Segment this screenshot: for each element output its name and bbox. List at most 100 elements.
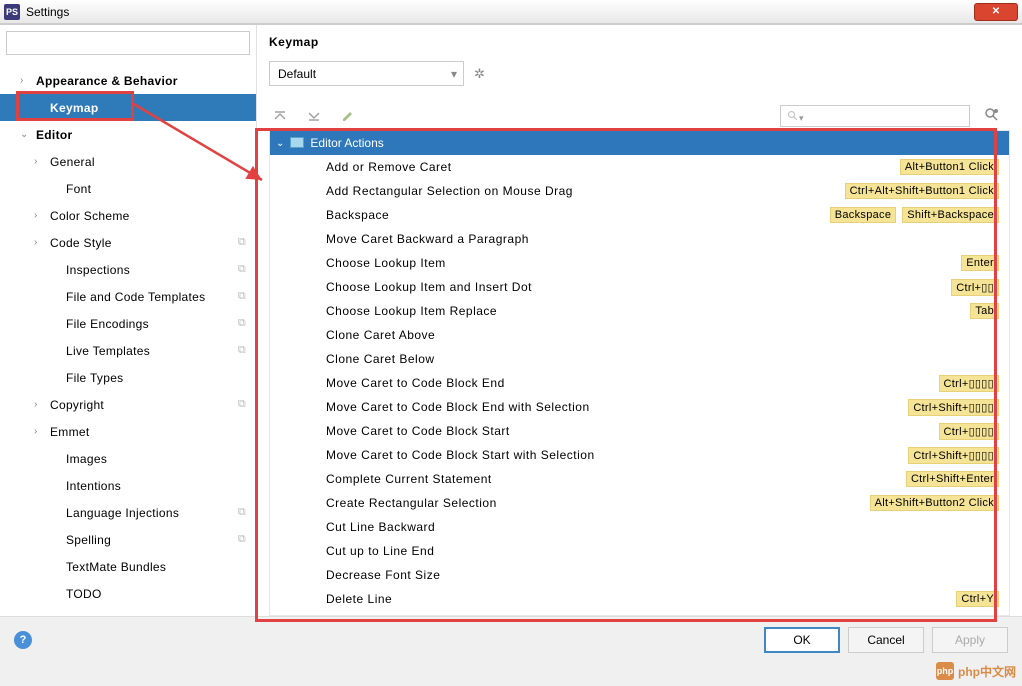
scope-icon: ⧉ — [238, 506, 246, 519]
shortcut-badge: Enter — [961, 255, 999, 271]
action-row[interactable]: Clone Caret Below — [270, 347, 1009, 371]
shortcut-badge: Ctrl+Shift+▯▯▯▯ — [908, 399, 999, 416]
tree-item-images[interactable]: Images — [0, 445, 256, 472]
action-row[interactable]: Move Caret to Code Block EndCtrl+▯▯▯▯ — [270, 371, 1009, 395]
action-name: Choose Lookup Item and Insert Dot — [326, 280, 951, 294]
tree-item-file-encodings[interactable]: File Encodings⧉ — [0, 310, 256, 337]
cancel-button[interactable]: Cancel — [848, 627, 924, 653]
action-row[interactable]: Move Caret to Code Block Start with Sele… — [270, 443, 1009, 467]
action-group-header[interactable]: ⌄Editor Actions — [270, 131, 1009, 155]
settings-tree[interactable]: ›Appearance & BehaviorKeymap⌄Editor›Gene… — [0, 61, 256, 616]
action-row[interactable]: BackspaceBackspaceShift+Backspace — [270, 203, 1009, 227]
tree-item-label: Keymap — [50, 101, 256, 115]
close-button[interactable]: ✕ — [974, 3, 1018, 21]
shortcut-group: Ctrl+Alt+Shift+Button1 Click — [845, 183, 999, 199]
scope-icon: ⧉ — [238, 344, 246, 357]
folder-icon — [290, 137, 304, 148]
edit-icon[interactable] — [341, 109, 355, 123]
chevron-icon: › — [34, 210, 44, 221]
gear-icon[interactable]: ✲ — [474, 66, 485, 82]
tree-item-font[interactable]: Font — [0, 175, 256, 202]
action-row[interactable]: Cut Line Backward — [270, 515, 1009, 539]
tree-item-label: Language Injections — [66, 506, 256, 520]
scheme-value: Default — [278, 67, 316, 81]
action-row[interactable]: Choose Lookup Item ReplaceTab — [270, 299, 1009, 323]
action-row[interactable]: Add or Remove CaretAlt+Button1 Click — [270, 155, 1009, 179]
shortcut-badge: Backspace — [830, 207, 897, 223]
shortcut-badge: Alt+Shift+Button2 Click — [870, 495, 999, 511]
shortcut-group: Ctrl+▯▯▯▯ — [939, 375, 999, 392]
action-row[interactable]: Cut up to Line End — [270, 539, 1009, 563]
action-row[interactable]: Choose Lookup Item and Insert DotCtrl+▯▯ — [270, 275, 1009, 299]
tree-item-label: File Encodings — [66, 317, 256, 331]
action-row[interactable]: Choose Lookup ItemEnter — [270, 251, 1009, 275]
action-row[interactable]: Clone Caret Above — [270, 323, 1009, 347]
tree-item-copyright[interactable]: ›Copyright⧉ — [0, 391, 256, 418]
action-row[interactable]: Create Rectangular SelectionAlt+Shift+Bu… — [270, 491, 1009, 515]
action-row[interactable]: Add Rectangular Selection on Mouse DragC… — [270, 179, 1009, 203]
tree-item-label: Images — [66, 452, 256, 466]
action-row[interactable]: Move Caret to Code Block End with Select… — [270, 395, 1009, 419]
action-row[interactable]: Complete Current StatementCtrl+Shift+Ent… — [270, 467, 1009, 491]
tree-item-emmet[interactable]: ›Emmet — [0, 418, 256, 445]
action-row[interactable]: Move Caret to Code Block StartCtrl+▯▯▯▯ — [270, 419, 1009, 443]
tree-item-file-and-code-templates[interactable]: File and Code Templates⧉ — [0, 283, 256, 310]
action-search-input[interactable]: ▾ — [780, 105, 970, 127]
search-icon — [787, 110, 799, 122]
shortcut-badge: Ctrl+▯▯ — [951, 279, 999, 296]
collapse-all-icon[interactable] — [307, 109, 321, 123]
page-title: Keymap — [269, 35, 1010, 49]
keymap-toolbar: ▾ — [269, 102, 1010, 130]
tree-item-label: Editor — [36, 128, 256, 142]
help-button[interactable]: ? — [14, 631, 32, 649]
tree-item-label: TODO — [66, 587, 256, 601]
action-name: Move Caret to Code Block Start with Sele… — [326, 448, 908, 462]
scope-icon: ⧉ — [238, 236, 246, 249]
tree-item-label: TextMate Bundles — [66, 560, 256, 574]
tree-item-keymap[interactable]: Keymap — [0, 94, 256, 121]
tree-item-appearance-behavior[interactable]: ›Appearance & Behavior — [0, 67, 256, 94]
tree-item-live-templates[interactable]: Live Templates⧉ — [0, 337, 256, 364]
tree-item-editor[interactable]: ⌄Editor — [0, 121, 256, 148]
chevron-icon: › — [34, 399, 44, 410]
ok-button[interactable]: OK — [764, 627, 840, 653]
action-name: Decrease Font Size — [326, 568, 999, 582]
tree-item-textmate-bundles[interactable]: TextMate Bundles — [0, 553, 256, 580]
shortcut-group: Ctrl+▯▯▯▯ — [939, 423, 999, 440]
find-shortcut-icon[interactable] — [984, 107, 1000, 126]
action-row[interactable]: Move Caret Backward a Paragraph — [270, 227, 1009, 251]
scheme-row: Default ✲ — [269, 61, 1010, 86]
sidebar-search-input[interactable] — [6, 31, 250, 55]
action-row[interactable]: Decrease Font Size — [270, 563, 1009, 587]
tree-item-code-style[interactable]: ›Code Style⧉ — [0, 229, 256, 256]
titlebar: PS Settings ✕ — [0, 0, 1022, 24]
tree-item-spelling[interactable]: Spelling⧉ — [0, 526, 256, 553]
apply-button[interactable]: Apply — [932, 627, 1008, 653]
action-name: Clone Caret Below — [326, 352, 999, 366]
actions-tree[interactable]: ⌄Editor ActionsAdd or Remove CaretAlt+Bu… — [269, 130, 1010, 616]
action-row[interactable]: Delete LineCtrl+Y — [270, 587, 1009, 611]
tree-item-label: Appearance & Behavior — [36, 74, 256, 88]
tree-item-intentions[interactable]: Intentions — [0, 472, 256, 499]
action-name: Move Caret to Code Block End — [326, 376, 939, 390]
tree-item-todo[interactable]: TODO — [0, 580, 256, 607]
expand-all-icon[interactable] — [273, 109, 287, 123]
shortcut-badge: Ctrl+Shift+Enter — [906, 471, 999, 487]
shortcut-group: Ctrl+Shift+▯▯▯▯ — [908, 447, 999, 464]
tree-item-file-types[interactable]: File Types — [0, 364, 256, 391]
watermark: php php中文网 — [936, 662, 1016, 680]
action-name: Move Caret Backward a Paragraph — [326, 232, 999, 246]
shortcut-badge: Alt+Button1 Click — [900, 159, 999, 175]
dropdown-chevron-icon[interactable]: ▾ — [799, 113, 804, 124]
tree-item-color-scheme[interactable]: › Color Scheme — [0, 202, 256, 229]
action-name: Move Caret to Code Block End with Select… — [326, 400, 908, 414]
tree-item-inspections[interactable]: Inspections⧉ — [0, 256, 256, 283]
tree-item-label: Copyright — [50, 398, 256, 412]
chevron-icon: › — [34, 156, 44, 167]
tree-item-label: Color Scheme — [50, 209, 256, 223]
keymap-scheme-select[interactable]: Default — [269, 61, 464, 86]
action-name: Add Rectangular Selection on Mouse Drag — [326, 184, 845, 198]
tree-item-language-injections[interactable]: Language Injections⧉ — [0, 499, 256, 526]
tree-item-label: File and Code Templates — [66, 290, 256, 304]
tree-item-general[interactable]: ›General — [0, 148, 256, 175]
